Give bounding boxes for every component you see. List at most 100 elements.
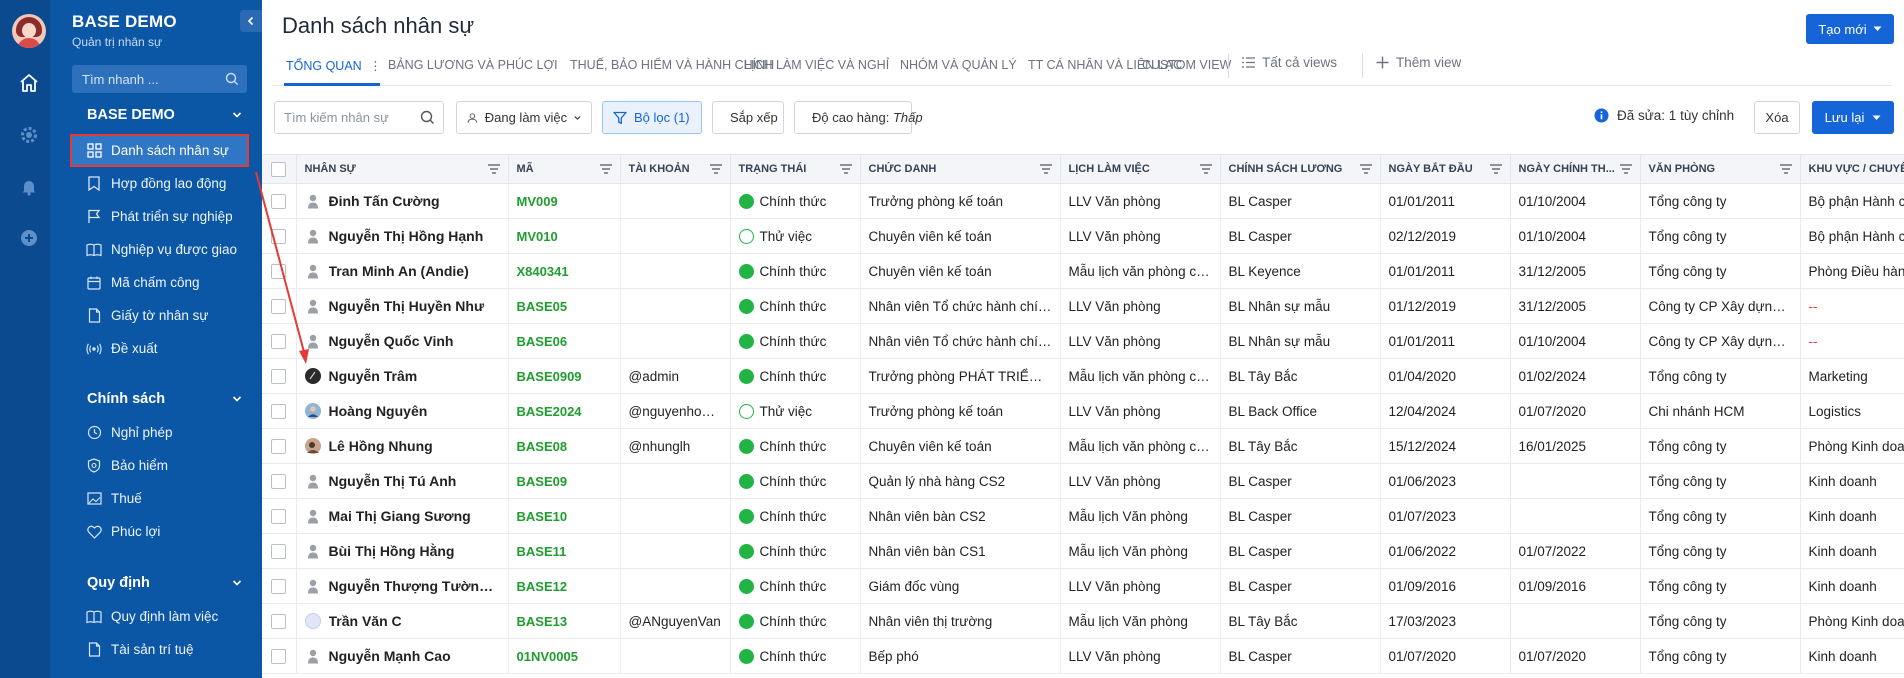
- employee-name[interactable]: Nguyễn Mạnh Cao: [329, 648, 451, 664]
- employee-name[interactable]: Nguyễn Thị Huyền Như: [329, 298, 485, 314]
- employee-name[interactable]: Lê Hồng Nhung: [329, 438, 433, 454]
- employee-name-cell[interactable]: Trần Văn C: [296, 603, 509, 639]
- column-header-official-date[interactable]: NGÀY CHÍNH TH...: [1510, 154, 1641, 184]
- column-filter-icon[interactable]: [1199, 164, 1212, 174]
- sidebar-item-intellectual-property[interactable]: Tài sản trí tuệ: [72, 635, 247, 664]
- column-filter-icon[interactable]: [1039, 164, 1052, 174]
- collapse-sidebar-button[interactable]: [240, 10, 262, 32]
- employee-name[interactable]: Hoàng Nguyên: [329, 403, 428, 419]
- column-filter-icon[interactable]: [1619, 164, 1632, 174]
- employee-name[interactable]: Nguyễn Trâm: [329, 368, 418, 384]
- add-circle-icon[interactable]: [14, 223, 44, 253]
- row-select-cell[interactable]: [262, 183, 297, 219]
- tab-overview[interactable]: TỔNG QUAN ⋮: [286, 58, 382, 73]
- row-checkbox[interactable]: [271, 263, 287, 279]
- table-row[interactable]: Trần Văn C BASE13 @ANguyenVan Chính thức Nhâ…: [262, 603, 1904, 639]
- column-filter-icon[interactable]: [1779, 164, 1792, 174]
- sidebar-item-tax[interactable]: Thuế: [72, 484, 247, 513]
- sidebar-item-benefits[interactable]: Phúc lợi: [72, 517, 247, 546]
- column-header-salary-policy[interactable]: CHÍNH SÁCH LƯƠNG: [1220, 154, 1381, 184]
- row-select-cell[interactable]: [262, 218, 297, 254]
- select-all-cell[interactable]: [262, 154, 297, 184]
- row-select-cell[interactable]: [262, 253, 297, 289]
- sidebar-item-work-rules[interactable]: Quy định làm việc: [72, 602, 247, 631]
- employee-name-cell[interactable]: Đinh Tấn Cường: [296, 183, 509, 219]
- row-select-cell[interactable]: [262, 393, 297, 429]
- column-header-office[interactable]: VĂN PHÒNG: [1640, 154, 1801, 184]
- table-row[interactable]: Bùi Thị Hồng Hằng BASE11 Chính thức Nhân vi…: [262, 533, 1904, 569]
- save-view-button[interactable]: Lưu lại: [1812, 101, 1894, 134]
- employee-name-cell[interactable]: Nguyễn Thị Hồng Hạnh: [296, 218, 509, 254]
- row-checkbox[interactable]: [271, 298, 287, 314]
- employee-name-cell[interactable]: Tran Minh An (Andie): [296, 253, 509, 289]
- row-checkbox[interactable]: [271, 438, 287, 454]
- table-row[interactable]: Nguyễn Thị Tú Anh BASE09 Chính thức Quản lý…: [262, 463, 1904, 499]
- column-header-start-date[interactable]: NGÀY BẮT ĐẦU: [1380, 154, 1511, 184]
- bell-icon[interactable]: [14, 172, 44, 202]
- select-all-checkbox[interactable]: [271, 161, 287, 177]
- table-row[interactable]: Đinh Tấn Cường MV009 Chính thức Trưởng phòn…: [262, 183, 1904, 219]
- create-new-button[interactable]: Tạo mới: [1806, 14, 1894, 44]
- row-select-cell[interactable]: [262, 638, 297, 674]
- table-row[interactable]: Nguyễn Thượng Tường ... BASE12 Chính thức G…: [262, 568, 1904, 604]
- employee-name-cell[interactable]: Nguyễn Thị Tú Anh: [296, 463, 509, 499]
- table-row[interactable]: Mai Thị Giang Sương BASE10 Chính thức Nhân …: [262, 498, 1904, 534]
- add-view-button[interactable]: Thêm view: [1376, 55, 1461, 70]
- employee-search[interactable]: [274, 101, 444, 134]
- column-header-job-title[interactable]: CHỨC DANH: [860, 154, 1061, 184]
- row-checkbox[interactable]: [271, 228, 287, 244]
- sidebar-item-employee-documents[interactable]: Giấy tờ nhân sự: [72, 301, 247, 330]
- row-checkbox[interactable]: [271, 403, 287, 419]
- row-checkbox[interactable]: [271, 578, 287, 594]
- table-row[interactable]: Nguyễn Thị Hồng Hạnh MV010 Thử việc Chuyên …: [262, 218, 1904, 254]
- clear-button[interactable]: Xóa: [1754, 101, 1800, 134]
- filter-button[interactable]: Bộ lọc (1): [602, 101, 702, 134]
- employee-name-cell[interactable]: Nguyễn Quốc Vinh: [296, 323, 509, 359]
- home-icon[interactable]: [14, 68, 44, 98]
- all-views-button[interactable]: Tất cả views: [1242, 55, 1337, 70]
- employee-name-cell[interactable]: Nguyễn Mạnh Cao: [296, 638, 509, 674]
- sidebar-section-policies[interactable]: Chính sách: [50, 388, 262, 412]
- sidebar-item-employee-list[interactable]: Danh sách nhân sự: [70, 134, 249, 167]
- column-filter-icon[interactable]: [709, 164, 722, 174]
- row-select-cell[interactable]: [262, 323, 297, 359]
- employee-name[interactable]: Trần Văn C: [329, 613, 402, 629]
- employee-name-cell[interactable]: Lê Hồng Nhung: [296, 428, 509, 464]
- sidebar-item-labor-contracts[interactable]: Hợp đồng lao động: [72, 169, 247, 198]
- column-filter-icon[interactable]: [1359, 164, 1372, 174]
- row-select-cell[interactable]: [262, 568, 297, 604]
- table-row[interactable]: Tran Minh An (Andie) X840341 Chính thức Chu…: [262, 253, 1904, 289]
- row-checkbox[interactable]: [271, 648, 287, 664]
- employee-name[interactable]: Nguyễn Quốc Vinh: [329, 333, 454, 349]
- column-header-employee[interactable]: NHÂN SỰ: [296, 154, 509, 184]
- employee-name-cell[interactable]: Nguyễn Trâm: [296, 358, 509, 394]
- tab-groups-management[interactable]: NHÓM VÀ QUẢN LÝ: [900, 58, 1017, 72]
- employee-name-cell[interactable]: Bùi Thị Hồng Hằng: [296, 533, 509, 569]
- more-vertical-icon[interactable]: ⋮: [369, 59, 382, 73]
- row-select-cell[interactable]: [262, 498, 297, 534]
- column-header-code[interactable]: MÃ: [508, 154, 621, 184]
- sidebar-item-career-development[interactable]: Phát triển sự nghiệp: [72, 202, 247, 231]
- employee-name[interactable]: Bùi Thị Hồng Hằng: [329, 543, 455, 559]
- employee-name[interactable]: Nguyễn Thị Hồng Hạnh: [329, 228, 484, 244]
- column-header-account[interactable]: TÀI KHOẢN: [620, 154, 731, 184]
- table-row[interactable]: Hoàng Nguyên BASE2024 @nguyenhoang Thử việc…: [262, 393, 1904, 429]
- row-checkbox[interactable]: [271, 508, 287, 524]
- quick-search[interactable]: [72, 65, 247, 93]
- row-checkbox[interactable]: [271, 473, 287, 489]
- sidebar-item-timekeeping-codes[interactable]: Mã chấm công: [72, 268, 247, 297]
- employee-name[interactable]: Đinh Tấn Cường: [329, 193, 440, 209]
- employee-search-input[interactable]: [284, 102, 414, 133]
- column-header-status[interactable]: TRẠNG THÁI: [730, 154, 861, 184]
- quick-search-input[interactable]: [82, 65, 212, 93]
- employee-name-cell[interactable]: Nguyễn Thượng Tường ...: [296, 568, 509, 604]
- table-row[interactable]: Lê Hồng Nhung BASE08 @nhunglh Chính thức Chu…: [262, 428, 1904, 464]
- row-select-cell[interactable]: [262, 288, 297, 324]
- row-checkbox[interactable]: [271, 543, 287, 559]
- tab-payroll-benefits[interactable]: BẢNG LƯƠNG VÀ PHÚC LỢI: [388, 58, 558, 72]
- sidebar-section-base-demo[interactable]: BASE DEMO: [50, 104, 262, 128]
- row-select-cell[interactable]: [262, 463, 297, 499]
- employment-status-dropdown[interactable]: Đang làm việc: [456, 101, 592, 134]
- sidebar-item-leave[interactable]: Nghỉ phép: [72, 418, 247, 447]
- table-row[interactable]: Nguyễn Quốc Vinh BASE06 Chính thức Nhân viê…: [262, 323, 1904, 359]
